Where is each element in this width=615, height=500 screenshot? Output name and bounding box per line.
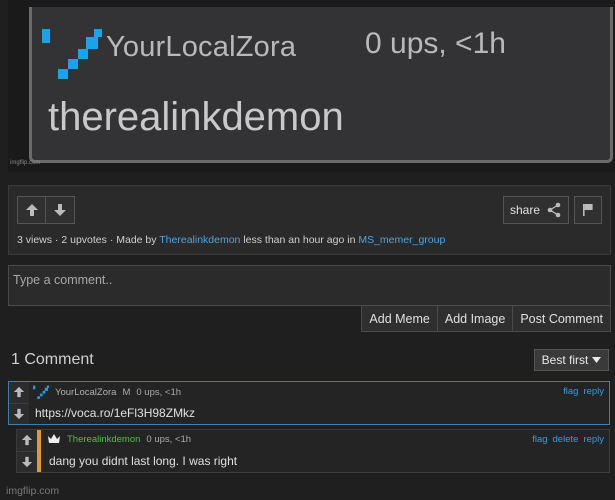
flag-link[interactable]: flag: [563, 386, 578, 397]
comment-username[interactable]: YourLocalZora: [55, 387, 116, 398]
author-link[interactable]: Therealinkdemon: [159, 234, 240, 246]
comment-username[interactable]: Therealinkdemon: [67, 434, 140, 445]
arrow-down-icon: [21, 456, 33, 467]
comment-actions: Add Meme Add Image Post Comment: [361, 306, 611, 332]
comment-header: Therealinkdemon 0 ups, <1h: [47, 433, 191, 445]
add-meme-button[interactable]: Add Meme: [361, 306, 438, 332]
avatar: [33, 385, 49, 399]
comment-header: YourLocalZora M 0 ups, <1h: [33, 385, 181, 399]
views-count: 3 views: [17, 234, 53, 246]
comment-item: YourLocalZora M 0 ups, <1h flag reply ht…: [8, 381, 610, 425]
sort-label: Best first: [541, 353, 589, 367]
meme-ups: 0 ups, <1h: [365, 27, 506, 60]
time-text: less than an hour ago in: [243, 234, 356, 246]
made-by-label: Made by: [116, 234, 157, 246]
comment-upvote-button[interactable]: [17, 430, 37, 452]
comment-reply-item: Therealinkdemon 0 ups, <1h flag delete r…: [16, 429, 610, 473]
upvotes-count: 2 upvotes: [61, 234, 107, 246]
delete-link[interactable]: delete: [553, 434, 579, 445]
comment-links: flag delete reply: [532, 434, 604, 445]
chevron-down-icon: [592, 357, 602, 363]
comment-downvote-button[interactable]: [9, 403, 29, 424]
arrow-down-icon: [54, 204, 66, 216]
crown-icon: [48, 434, 60, 443]
comment-ups: 0 ups, <1h: [146, 433, 192, 445]
mod-badge: M: [122, 386, 131, 398]
imgflip-footer: imgflip.com: [6, 485, 60, 497]
owner-indicator-bar: [37, 430, 41, 472]
zora-logo-icon: [42, 29, 102, 79]
comment-downvote-button[interactable]: [17, 451, 37, 472]
meme-caption: therealinkdemon: [48, 95, 344, 139]
arrow-down-icon: [13, 408, 25, 419]
flag-link[interactable]: flag: [532, 434, 547, 445]
flag-icon: [583, 204, 593, 216]
arrow-up-icon: [21, 435, 33, 446]
share-button[interactable]: share: [503, 196, 569, 224]
meme-username: YourLocalZora: [106, 31, 297, 63]
comment-input[interactable]: Type a comment..: [8, 265, 611, 306]
comment-text: dang you didnt last long. I was right: [49, 454, 238, 468]
comment-upvote-button[interactable]: [9, 382, 29, 404]
reply-link[interactable]: reply: [583, 386, 604, 397]
meme-card: YourLocalZora 0 ups, <1h therealinkdemon: [29, 7, 613, 163]
arrow-up-icon: [25, 204, 38, 216]
sort-select[interactable]: Best first: [534, 349, 609, 371]
comment-vote: [17, 430, 37, 472]
flag-button[interactable]: [574, 196, 602, 224]
group-link[interactable]: MS_memer_group: [358, 234, 445, 246]
meme-image: YourLocalZora 0 ups, <1h therealinkdemon…: [8, 0, 615, 172]
comment-ups: 0 ups, <1h: [136, 386, 182, 398]
share-icon: [547, 202, 561, 218]
add-image-button[interactable]: Add Image: [437, 306, 514, 332]
meme-info-panel: share 3 views · 2 upvotes · Made by Ther…: [8, 185, 611, 255]
post-comment-button[interactable]: Post Comment: [513, 306, 611, 332]
vote-group: [17, 196, 75, 224]
meme-meta: 3 views · 2 upvotes · Made by Therealink…: [17, 234, 446, 246]
meme-watermark: imgflip.com: [10, 160, 41, 166]
reply-link[interactable]: reply: [583, 434, 604, 445]
arrow-up-icon: [13, 387, 25, 398]
upvote-button[interactable]: [18, 197, 46, 223]
comments-count: 1 Comment: [11, 351, 94, 368]
comment-text: https://voca.ro/1eFl3H98ZMkz: [35, 406, 196, 420]
comment-vote: [9, 382, 29, 424]
downvote-button[interactable]: [46, 197, 74, 223]
comment-links: flag reply: [563, 386, 604, 397]
share-label: share: [509, 203, 541, 217]
